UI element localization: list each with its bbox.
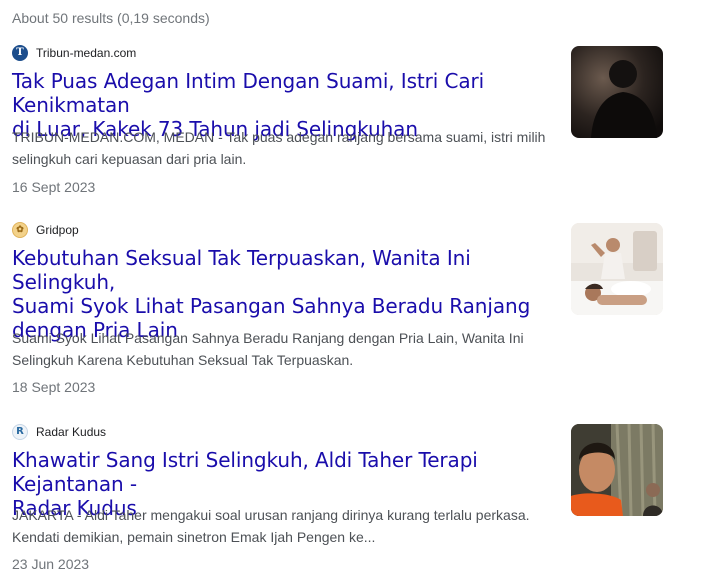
title-line: Khawatir Sang Istri Selingkuh, Aldi Tahe… [12, 448, 478, 496]
source-name: Gridpop [36, 223, 79, 237]
snippet-line: Suami Syok Lihat Pasangan Sahnya Beradu … [12, 330, 524, 346]
source-name: Tribun-medan.com [36, 46, 137, 60]
radar-kudus-favicon-icon: R [12, 424, 28, 440]
result-thumbnail[interactable] [571, 46, 663, 138]
source-name: Radar Kudus [36, 425, 107, 439]
result-snippet: JAKARTA - Aldi Taher mengakui soal urusa… [12, 504, 557, 548]
result-source[interactable]: ✿ Gridpop [12, 222, 79, 238]
snippet-line: TRIBUN-MEDAN.COM, MEDAN - Tak puas adega… [12, 129, 546, 145]
tribun-favicon-icon: T [12, 45, 28, 61]
snippet-line: JAKARTA - Aldi Taher mengakui soal urusa… [12, 507, 530, 523]
bedroom-photo-image [571, 223, 663, 315]
gridpop-favicon-icon: ✿ [12, 222, 28, 238]
result-snippet: Suami Syok Lihat Pasangan Sahnya Beradu … [12, 327, 557, 371]
title-line: Kebutuhan Seksual Tak Terpuaskan, Wanita… [12, 246, 471, 294]
man-silhouette-photo-image [571, 46, 663, 138]
result-date: 23 Jun 2023 [12, 556, 90, 572]
result-snippet: TRIBUN-MEDAN.COM, MEDAN - Tak puas adega… [12, 126, 557, 170]
result-thumbnail[interactable] [571, 223, 663, 315]
result-date: 16 Sept 2023 [12, 179, 96, 195]
title-line: Suami Syok Lihat Pasangan Sahnya Beradu … [12, 294, 531, 318]
man-portrait-photo-image [571, 424, 663, 516]
snippet-line: Selingkuh Karena Kebutuhan Seksual Tak T… [12, 352, 354, 368]
snippet-line: selingkuh cari kepuasan dari pria lain. [12, 151, 247, 167]
result-thumbnail[interactable] [571, 424, 663, 516]
result-date: 18 Sept 2023 [12, 379, 96, 395]
result-source[interactable]: R Radar Kudus [12, 424, 106, 440]
snippet-line: Kendati demikian, pemain sinetron Emak I… [12, 529, 376, 545]
result-stats: About 50 results (0,19 seconds) [12, 10, 210, 26]
title-line: Tak Puas Adegan Intim Dengan Suami, Istr… [12, 69, 485, 117]
result-source[interactable]: T Tribun-medan.com [12, 45, 136, 61]
